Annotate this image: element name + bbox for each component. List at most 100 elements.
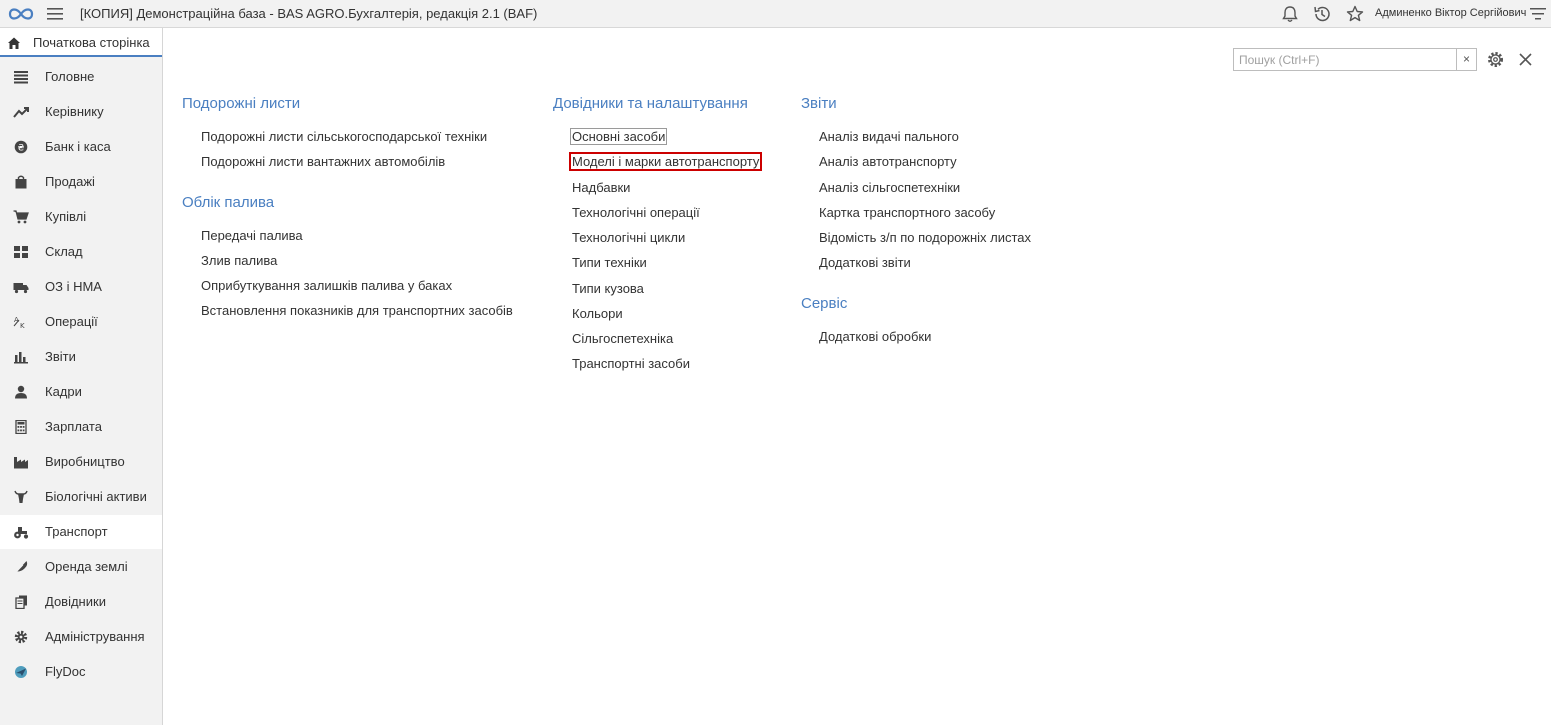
link-fuel-issue-analysis[interactable]: Аналіз видачі пального bbox=[819, 129, 959, 144]
app-logo-icon[interactable] bbox=[7, 4, 35, 24]
close-icon[interactable] bbox=[1518, 52, 1533, 67]
sidebar-item-label: FlyDoc bbox=[45, 664, 86, 679]
factory-icon bbox=[14, 457, 28, 469]
sidebar-item-label: ОЗ і НМА bbox=[45, 279, 102, 294]
bell-icon[interactable] bbox=[1280, 4, 1300, 24]
link-fuel-set-indicators[interactable]: Встановлення показників для транспортних… bbox=[201, 303, 513, 318]
truck-icon bbox=[13, 283, 29, 294]
sidebar-item-label: Продажі bbox=[45, 174, 95, 189]
sidebar-item-label: Керівнику bbox=[45, 104, 104, 119]
link-tech-operations[interactable]: Технологічні операції bbox=[572, 205, 700, 220]
sidebar-item-label: Оренда землі bbox=[45, 559, 128, 574]
list-icon bbox=[14, 71, 28, 84]
gear-icon bbox=[14, 630, 28, 644]
link-additional-processing[interactable]: Додаткові обробки bbox=[819, 329, 931, 344]
link-equipment-types[interactable]: Типи техніки bbox=[572, 255, 647, 270]
sidebar-item-hr[interactable]: Кадри bbox=[0, 375, 162, 409]
link-fixed-assets[interactable]: Основні засоби bbox=[569, 128, 668, 145]
tractor-icon bbox=[14, 527, 29, 539]
tab-home[interactable]: Початкова сторінка bbox=[0, 28, 162, 57]
section-title-fuel: Облік палива bbox=[182, 194, 275, 211]
link-colors[interactable]: Кольори bbox=[572, 306, 623, 321]
search-clear-button[interactable]: × bbox=[1456, 48, 1477, 71]
sidebar-item-label: Головне bbox=[45, 69, 95, 84]
search-input[interactable] bbox=[1233, 48, 1457, 71]
link-fuel-drain[interactable]: Злив палива bbox=[201, 253, 277, 268]
sidebar-item-label: Біологічні активи bbox=[45, 489, 147, 504]
sidebar-item-transport[interactable]: Транспорт bbox=[0, 515, 162, 549]
app-title: [КОПИЯ] Демонстраційна база - BAS AGRO.Б… bbox=[80, 6, 538, 21]
sidebar-item-sales[interactable]: Продажі bbox=[0, 165, 162, 199]
trend-icon bbox=[13, 107, 29, 118]
sidebar: Початкова сторінка Головне Керівнику ₴ Б… bbox=[0, 28, 163, 725]
sidebar-item-label: Виробництво bbox=[45, 454, 125, 469]
section-title-reports: Звіти bbox=[801, 95, 837, 112]
sidebar-item-warehouse[interactable]: Склад bbox=[0, 235, 162, 269]
sidebar-item-label: Склад bbox=[45, 244, 83, 259]
shopping-bag-icon bbox=[15, 175, 27, 189]
coin-icon: ₴ bbox=[14, 140, 28, 154]
sidebar-item-label: Операції bbox=[45, 314, 98, 329]
sidebar-item-bio-assets[interactable]: Біологічні активи bbox=[0, 480, 162, 514]
sidebar-item-administration[interactable]: Адміністрування bbox=[0, 620, 162, 654]
cart-icon bbox=[13, 210, 29, 224]
section-title-references: Довідники та налаштування bbox=[553, 95, 748, 112]
link-tech-cycles[interactable]: Технологічні цикли bbox=[572, 230, 685, 245]
documents-icon bbox=[15, 595, 27, 609]
sidebar-item-references[interactable]: Довідники bbox=[0, 585, 162, 619]
sidebar-item-fixed-assets[interactable]: ОЗ і НМА bbox=[0, 270, 162, 304]
sidebar-item-bank[interactable]: ₴ Банк і каса bbox=[0, 130, 162, 164]
flydoc-icon bbox=[15, 666, 27, 678]
sidebar-item-label: Кадри bbox=[45, 384, 82, 399]
history-icon[interactable] bbox=[1312, 4, 1332, 24]
link-surcharges[interactable]: Надбавки bbox=[572, 180, 630, 195]
sidebar-item-purchases[interactable]: Купівлі bbox=[0, 200, 162, 234]
link-body-types[interactable]: Типи кузова bbox=[572, 281, 644, 296]
sidebar-item-land-lease[interactable]: Оренда землі bbox=[0, 550, 162, 584]
section-title-waybills: Подорожні листи bbox=[182, 95, 301, 112]
section-title-service: Сервіс bbox=[801, 295, 848, 312]
top-bar: [КОПИЯ] Демонстраційна база - BAS AGRO.Б… bbox=[0, 0, 1551, 28]
link-vehicle-models-brands[interactable]: Моделі і марки автотранспорту bbox=[569, 152, 763, 171]
star-icon[interactable] bbox=[1345, 4, 1365, 24]
link-additional-reports[interactable]: Додаткові звіти bbox=[819, 255, 911, 270]
sidebar-item-label: Купівлі bbox=[45, 209, 87, 224]
sidebar-item-label: Довідники bbox=[45, 594, 106, 609]
link-waybills-trucks[interactable]: Подорожні листи вантажних автомобілів bbox=[201, 154, 445, 169]
sidebar-item-label: Транспорт bbox=[45, 524, 108, 539]
user-name[interactable]: Админенко Віктор Сергійович bbox=[1375, 7, 1526, 19]
link-agri-machinery-analysis[interactable]: Аналіз сільгоспетехніки bbox=[819, 180, 960, 195]
calculator-icon bbox=[15, 420, 27, 434]
sidebar-item-label: Зарплата bbox=[45, 419, 102, 434]
home-icon bbox=[8, 37, 20, 49]
sidebar-item-reports[interactable]: Звіти bbox=[0, 340, 162, 374]
sidebar-item-label: Банк і каса bbox=[45, 139, 111, 154]
link-waybill-salary-statement[interactable]: Відомість з/п по подорожніх листах bbox=[819, 230, 1031, 245]
person-icon bbox=[15, 385, 27, 399]
sidebar-item-operations[interactable]: AK Операції bbox=[0, 305, 162, 339]
link-fuel-tank-balances[interactable]: Оприбуткування залишків палива у баках bbox=[201, 278, 452, 293]
link-vehicle-analysis[interactable]: Аналіз автотранспорту bbox=[819, 154, 957, 169]
sidebar-item-label: Звіти bbox=[45, 349, 76, 364]
operations-icon: AK bbox=[13, 316, 25, 329]
settings-gear-icon[interactable] bbox=[1486, 50, 1505, 69]
sidebar-item-label: Адміністрування bbox=[45, 629, 145, 644]
sidebar-item-manager[interactable]: Керівнику bbox=[0, 95, 162, 129]
tab-home-label: Початкова сторінка bbox=[33, 35, 150, 50]
sidebar-item-salary[interactable]: Зарплата bbox=[0, 410, 162, 444]
link-vehicle-card[interactable]: Картка транспортного засобу bbox=[819, 205, 995, 220]
sidebar-item-flydoc[interactable]: FlyDoc bbox=[0, 655, 162, 689]
link-fuel-transfers[interactable]: Передачі палива bbox=[201, 228, 303, 243]
filter-menu-icon[interactable] bbox=[1528, 4, 1548, 24]
feather-icon bbox=[14, 561, 28, 574]
link-waybills-agri[interactable]: Подорожні листи сільськогосподарської те… bbox=[201, 129, 487, 144]
grid-icon bbox=[14, 246, 28, 258]
svg-text:₴: ₴ bbox=[18, 143, 25, 153]
link-vehicles[interactable]: Транспортні засоби bbox=[572, 356, 690, 371]
link-agri-machinery[interactable]: Сільгоспетехніка bbox=[572, 331, 673, 346]
svg-text:K: K bbox=[20, 322, 25, 329]
sidebar-item-production[interactable]: Виробництво bbox=[0, 445, 162, 479]
cow-icon bbox=[14, 490, 28, 503]
menu-icon[interactable] bbox=[46, 6, 64, 22]
sidebar-item-main[interactable]: Головне bbox=[0, 60, 162, 94]
